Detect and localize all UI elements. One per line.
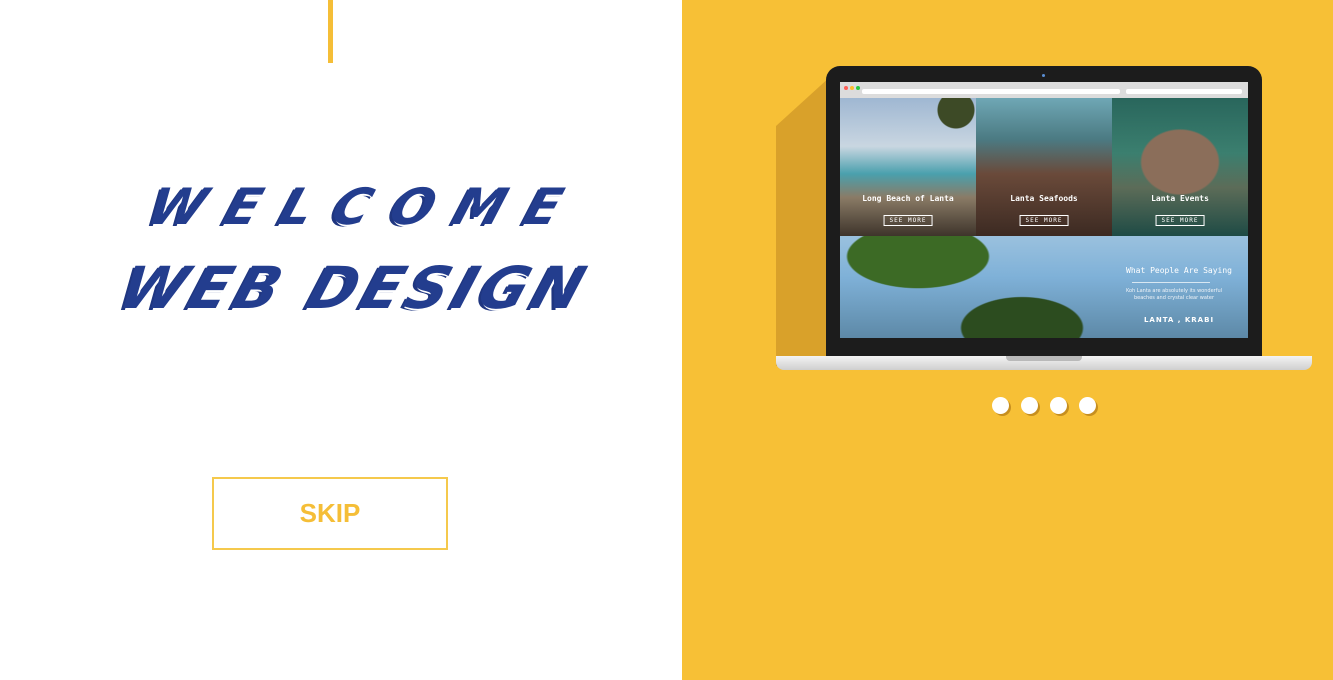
divider [1132, 282, 1210, 283]
pager-dot-4[interactable] [1079, 397, 1096, 414]
laptop-lid: Long Beach of Lanta SEE MORE Lanta Seafo… [826, 66, 1262, 358]
left-panel: WELCOME WEB DESIGN SKIP [0, 0, 682, 680]
pager-dot-2[interactable] [1021, 397, 1038, 414]
browser-bar [840, 82, 1248, 98]
search-bar [1126, 89, 1242, 94]
tile-long-beach: Long Beach of Lanta SEE MORE [840, 98, 976, 236]
tree-branches-image [840, 236, 1100, 338]
tile-events: Lanta Events SEE MORE [1112, 98, 1248, 236]
laptop-screen: Long Beach of Lanta SEE MORE Lanta Seafo… [840, 82, 1248, 338]
address-bar [862, 89, 1120, 94]
see-more-button: SEE MORE [1155, 215, 1205, 226]
pager-dot-1[interactable] [992, 397, 1009, 414]
tile-title: Long Beach of Lanta [862, 194, 954, 203]
tile-seafoods: Lanta Seafoods SEE MORE [976, 98, 1112, 236]
minimize-dot-icon [850, 86, 854, 90]
see-more-button: SEE MORE [1019, 215, 1069, 226]
testimonial-title: What People Are Saying [1126, 266, 1232, 275]
accent-rule [328, 0, 333, 63]
camera-icon [1042, 74, 1045, 77]
headline-welcome: WELCOME [140, 178, 591, 236]
testimonial-body: Koh Lanta are absolutely its wonderful b… [1125, 288, 1223, 301]
right-panel: Long Beach of Lanta SEE MORE Lanta Seafo… [682, 0, 1333, 680]
testimonial-place: LANTA , KRABI [1143, 316, 1215, 324]
tile-title: Lanta Seafoods [1010, 194, 1078, 203]
see-more-button: SEE MORE [883, 215, 933, 226]
testimonial-banner: What People Are Saying Koh Lanta are abs… [840, 236, 1248, 338]
laptop-base [776, 356, 1312, 370]
maximize-dot-icon [856, 86, 860, 90]
slide-pager [992, 397, 1102, 417]
close-dot-icon [844, 86, 848, 90]
tile-title: Lanta Events [1151, 194, 1209, 203]
laptop-mockup: Long Beach of Lanta SEE MORE Lanta Seafo… [776, 66, 1312, 376]
headline-web-design: WEB DESIGN [110, 254, 599, 322]
tree-image [920, 98, 976, 138]
pager-dot-3[interactable] [1050, 397, 1067, 414]
laptop-notch [1006, 356, 1082, 361]
coral-image [1132, 122, 1228, 202]
skip-button[interactable]: SKIP [212, 477, 448, 550]
